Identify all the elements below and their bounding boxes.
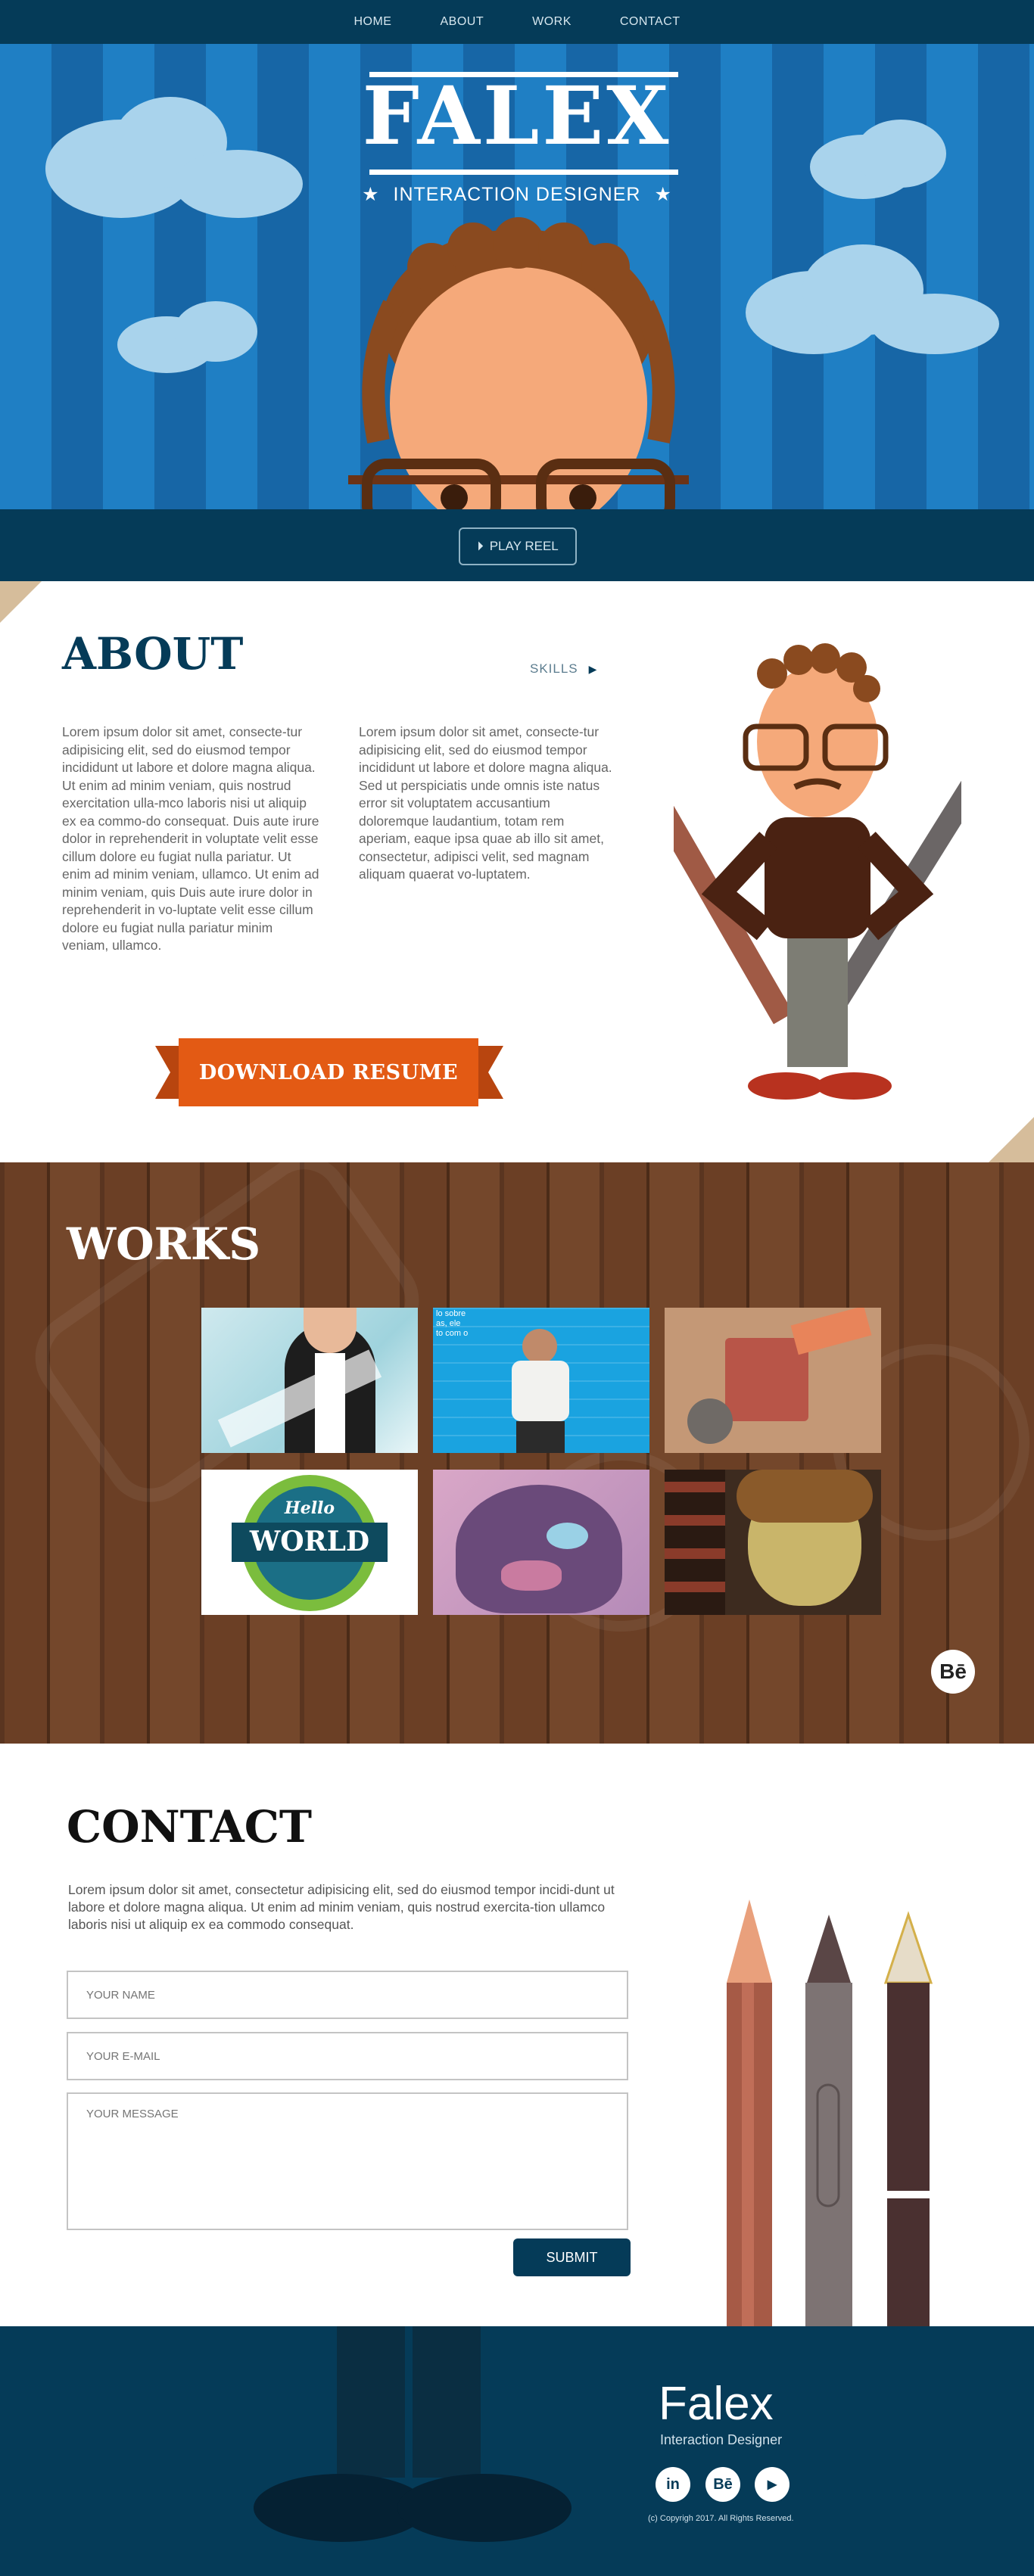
hero-banner: FALEX ★ INTERACTION DESIGNER ★ (0, 44, 1034, 509)
email-input[interactable] (67, 2032, 628, 2080)
play-reel-label: PLAY REEL (489, 539, 559, 553)
thumbnail-text: lo sobre as, ele to com o (436, 1309, 469, 1338)
thumbnail-text: WORLD (249, 1526, 370, 1557)
legs-illustration (254, 2326, 572, 2542)
work-thumbnail[interactable] (665, 1470, 881, 1615)
character-illustration (674, 643, 961, 1100)
pens-illustration (727, 1899, 933, 2331)
linkedin-icon[interactable]: in (656, 2467, 690, 2502)
star-icon: ★ (362, 184, 380, 205)
work-thumbnail[interactable]: Hello WORLD (201, 1470, 418, 1615)
behance-icon[interactable]: Bē (705, 2467, 740, 2502)
corner-decoration (989, 1117, 1034, 1162)
work-thumbnail[interactable] (433, 1470, 649, 1615)
play-icon: ⏵ (477, 539, 484, 553)
about-paragraph-1: Lorem ipsum dolor sit amet, consecte-tur… (62, 724, 319, 953)
skills-link[interactable]: SKILLS ▶ (530, 661, 597, 677)
behance-button[interactable]: Bē (931, 1650, 975, 1694)
submit-button[interactable]: SUBMIT (513, 2238, 631, 2276)
youtube-icon[interactable]: ▶ (755, 2467, 790, 2502)
logo-title: FALEX (362, 68, 672, 163)
work-thumbnail[interactable] (665, 1308, 881, 1453)
logo-subtitle: ★ INTERACTION DESIGNER ★ (0, 183, 1034, 206)
chevron-right-icon: ▶ (588, 662, 598, 675)
contact-title: CONTACT (67, 1801, 313, 1853)
skills-label: SKILLS (530, 661, 578, 676)
about-title: ABOUT (62, 628, 244, 680)
nav-about[interactable]: ABOUT (440, 15, 484, 29)
message-textarea[interactable] (67, 2092, 628, 2230)
logo-subtitle-text: INTERACTION DESIGNER (393, 184, 641, 205)
play-reel-button[interactable]: ⏵ PLAY REEL (459, 527, 577, 565)
copyright: (c) Copyrigh 2017. All Rights Reserved. (648, 2514, 794, 2523)
footer-brand: Falex (659, 2378, 774, 2430)
contact-paragraph: Lorem ipsum dolor sit amet, consectetur … (68, 1882, 615, 1932)
works-title: WORKS (67, 1218, 261, 1270)
logo-rule (369, 170, 678, 175)
work-thumbnail[interactable] (201, 1308, 418, 1453)
star-icon: ★ (654, 184, 672, 205)
download-resume-button[interactable]: DOWNLOAD RESUME (179, 1038, 478, 1106)
top-nav: HOME ABOUT WORK CONTACT (0, 0, 1034, 44)
thumbnail-text: Hello (284, 1498, 335, 1518)
footer-subtitle: Interaction Designer (660, 2432, 783, 2447)
nav-contact[interactable]: CONTACT (620, 15, 681, 29)
nav-home[interactable]: HOME (353, 15, 391, 29)
name-input[interactable] (67, 1971, 628, 2019)
footer (0, 2326, 1034, 2576)
nav-work[interactable]: WORK (532, 15, 572, 29)
work-thumbnail[interactable]: lo sobre as, ele to com o (433, 1308, 649, 1453)
about-paragraph-2: Lorem ipsum dolor sit amet, consecte-tur… (359, 724, 612, 882)
avatar-head-illustration (348, 217, 689, 509)
corner-decoration (0, 581, 42, 623)
